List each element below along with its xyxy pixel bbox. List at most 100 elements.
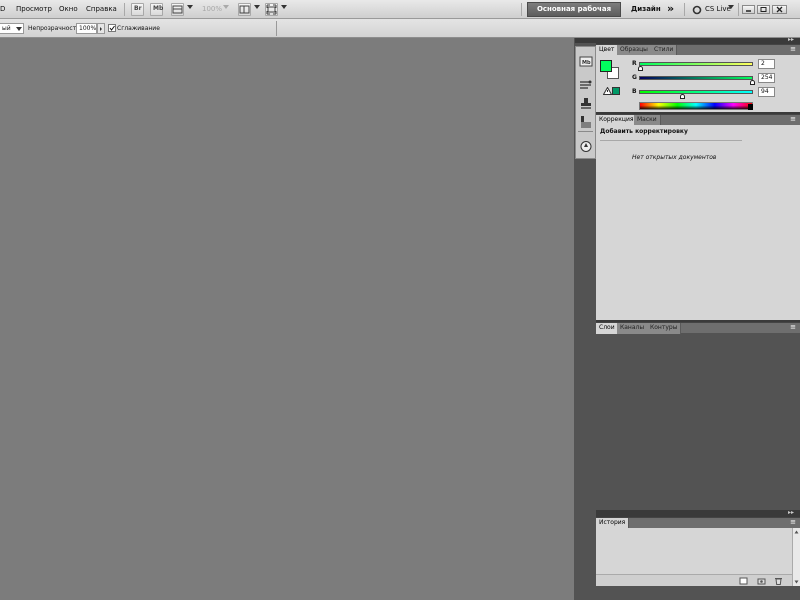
workspace-design-button[interactable]: Дизайн xyxy=(631,5,661,13)
screen-mode-button[interactable] xyxy=(265,3,278,16)
arrange-icon xyxy=(239,5,250,14)
adjustments-heading: Добавить корректировку xyxy=(600,128,688,135)
scroll-down-icon[interactable] xyxy=(793,579,800,585)
clone-source-button[interactable] xyxy=(579,97,593,110)
red-slider-thumb[interactable] xyxy=(638,66,643,71)
navigator-icon xyxy=(580,141,592,152)
menu-item-view[interactable]: Просмотр xyxy=(16,5,52,13)
icon-column-header xyxy=(575,38,596,43)
smoothing-label: Сглаживание xyxy=(117,25,160,32)
web-safe-color-swatch[interactable] xyxy=(612,87,620,95)
collapse-icon[interactable]: ▸▸ xyxy=(788,36,794,43)
mini-bridge-icon: Mb xyxy=(153,5,164,12)
application-bar: D Просмотр Окно Справка Br Mb 100% Основ… xyxy=(0,0,800,26)
minimize-button[interactable] xyxy=(742,5,755,14)
panel-menu-icon[interactable]: ≡ xyxy=(790,518,796,526)
panel-menu-icon[interactable]: ≡ xyxy=(790,45,796,53)
close-icon xyxy=(776,6,783,13)
blue-channel-label: B xyxy=(632,88,637,95)
adjustments-panel-body: Добавить корректировку Нет открытых доку… xyxy=(596,125,800,320)
view-extras-button[interactable] xyxy=(171,3,184,16)
opacity-input[interactable]: 100% xyxy=(76,23,97,34)
opacity-slider-toggle[interactable] xyxy=(97,23,105,34)
ramp-black-swatch[interactable] xyxy=(748,104,753,110)
tab-layers[interactable]: Слои xyxy=(596,323,619,334)
mini-bridge-panel-button[interactable]: Mb xyxy=(579,55,593,68)
green-channel-label: G xyxy=(632,74,637,81)
green-slider[interactable] xyxy=(639,76,753,80)
document-canvas-area[interactable] xyxy=(0,38,574,600)
color-ramp[interactable] xyxy=(639,102,753,110)
chevron-down-icon[interactable] xyxy=(281,5,287,9)
zoom-level[interactable]: 100% xyxy=(202,5,222,13)
history-panel-header: ▸▸ xyxy=(596,509,800,517)
divider xyxy=(276,21,277,36)
divider xyxy=(521,3,522,16)
panel-menu-icon[interactable]: ≡ xyxy=(790,115,796,123)
opacity-label: Непрозрачность: xyxy=(28,25,82,32)
red-slider[interactable] xyxy=(639,62,753,66)
tool-presets-icon xyxy=(581,116,591,128)
chevron-down-icon[interactable] xyxy=(187,5,193,9)
cs-live-icon xyxy=(692,5,702,15)
history-panel-tabs: История ≡ xyxy=(596,517,800,529)
launch-mini-bridge-button[interactable]: Mb xyxy=(150,3,163,16)
triangle-right-icon xyxy=(100,27,102,31)
grid-icon xyxy=(172,5,183,14)
chevron-down-icon[interactable] xyxy=(728,5,734,9)
arrange-documents-button[interactable] xyxy=(238,3,251,16)
green-value-input[interactable]: 254 xyxy=(758,73,775,83)
history-scrollbar[interactable] xyxy=(792,528,800,586)
chevron-down-icon xyxy=(16,27,22,31)
history-panel-footer xyxy=(596,574,792,586)
divider xyxy=(124,3,125,16)
tab-paths[interactable]: Контуры xyxy=(647,323,682,334)
no-documents-message: Нет открытых документов xyxy=(632,154,717,161)
scroll-up-icon[interactable] xyxy=(793,529,800,535)
cs-live-button[interactable]: CS Live xyxy=(705,5,731,13)
panel-menu-icon[interactable]: ≡ xyxy=(790,323,796,331)
red-value-input[interactable]: 2 xyxy=(758,59,775,69)
green-slider-thumb[interactable] xyxy=(750,80,755,85)
tool-presets-button[interactable] xyxy=(579,115,593,128)
bridge-icon: Br xyxy=(134,5,142,12)
new-snapshot-icon[interactable] xyxy=(757,577,766,585)
divider xyxy=(684,3,685,16)
workspace-essentials-button[interactable]: Основная рабочая среда xyxy=(527,2,621,26)
launch-bridge-button[interactable]: Br xyxy=(131,3,144,16)
mini-bridge-icon: Mb xyxy=(579,56,593,67)
collapse-icon[interactable]: ▸▸ xyxy=(788,509,794,516)
chevron-down-icon[interactable] xyxy=(223,5,229,9)
chevron-down-icon[interactable] xyxy=(254,5,260,9)
menu-item-help[interactable]: Справка xyxy=(86,5,117,13)
menu-item-3d[interactable]: D xyxy=(0,5,5,13)
blue-slider-thumb[interactable] xyxy=(680,94,685,99)
close-button[interactable] xyxy=(772,5,787,14)
mode-select[interactable]: ый xyxy=(0,23,24,34)
options-bar: ый Непрозрачность: 100% Сглаживание xyxy=(0,19,800,38)
divider xyxy=(578,131,593,132)
menu-item-window[interactable]: Окно xyxy=(59,5,78,13)
brush-presets-button[interactable] xyxy=(579,78,593,91)
color-panel-tabs: Цвет Образцы Стили ≡ xyxy=(596,44,800,56)
blue-value-input[interactable]: 94 xyxy=(758,87,775,97)
svg-text:Mb: Mb xyxy=(582,60,591,66)
red-channel-label: R xyxy=(632,60,637,67)
screen-mode-icon xyxy=(266,4,277,15)
navigator-button[interactable] xyxy=(579,140,593,153)
foreground-color-swatch[interactable] xyxy=(600,60,612,72)
divider xyxy=(738,3,739,16)
new-document-from-state-icon[interactable] xyxy=(739,577,748,585)
trash-icon[interactable] xyxy=(774,577,783,585)
adjustments-panel-tabs: Коррекция Маски ≡ xyxy=(596,114,800,126)
smoothing-checkbox[interactable] xyxy=(108,24,116,32)
blue-slider[interactable] xyxy=(639,90,753,94)
restore-button[interactable] xyxy=(757,5,770,14)
tab-channels[interactable]: Каналы xyxy=(617,323,649,334)
more-workspaces-button[interactable]: » xyxy=(667,2,674,15)
layers-panel-tabs: Слои Каналы Контуры ≡ xyxy=(596,322,800,334)
divider xyxy=(600,140,742,141)
out-of-gamut-warning-icon[interactable] xyxy=(603,87,612,95)
brush-icon xyxy=(580,80,592,89)
mode-select-value: ый xyxy=(2,25,11,32)
